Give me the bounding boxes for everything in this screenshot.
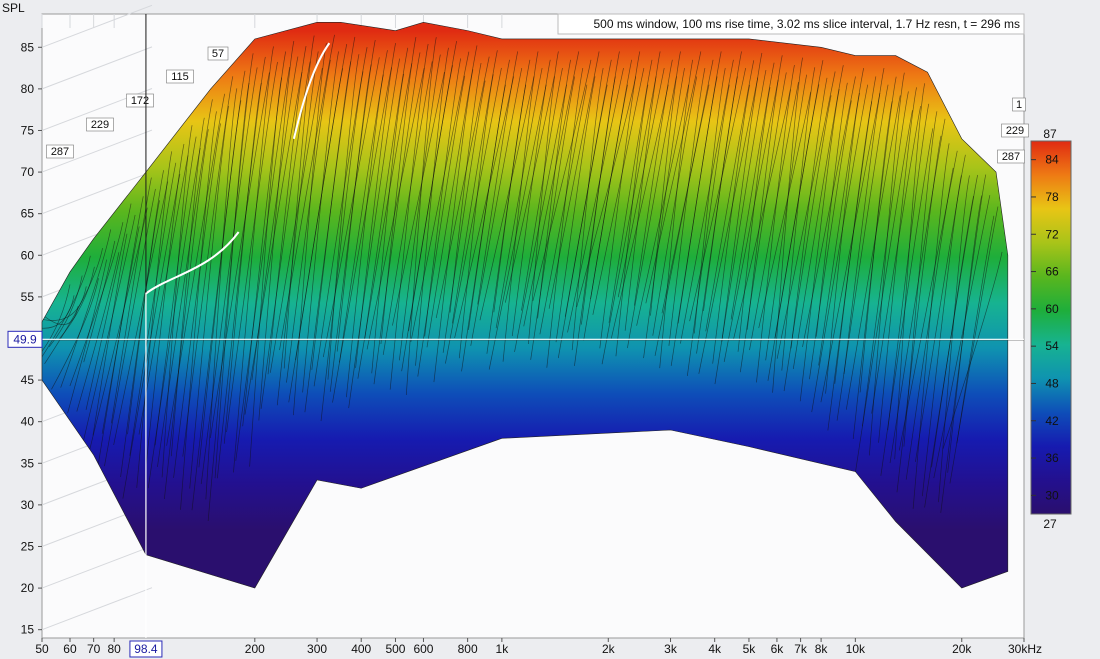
- y-tick-label: 65: [21, 207, 35, 221]
- x-tick-label: 600: [413, 642, 433, 656]
- y-tick-label: 30: [21, 498, 35, 512]
- annotation-text: 500 ms window, 100 ms rise time, 3.02 ms…: [593, 17, 1020, 31]
- x-tick-label: 2k: [602, 642, 616, 656]
- slice-time-label: 229: [91, 119, 109, 131]
- slice-time-label-right: 287: [1002, 151, 1020, 163]
- colorbar-tick-label: 36: [1045, 451, 1059, 465]
- x-tick-label: 70: [87, 642, 101, 656]
- slice-time-label: 115: [171, 71, 189, 83]
- x-tick-label: 400: [351, 642, 371, 656]
- slice-time-label-right: 1: [1016, 99, 1022, 111]
- x-tick-label: 5k: [743, 642, 757, 656]
- annotation-box: 500 ms window, 100 ms rise time, 3.02 ms…: [557, 13, 1025, 35]
- x-tick-label: 80: [107, 642, 121, 656]
- x-tick-label: 8k: [815, 642, 829, 656]
- y-tick-label: 40: [21, 415, 35, 429]
- colorbar-tick-label: 30: [1045, 488, 1059, 502]
- x-tick-label: 6k: [771, 642, 785, 656]
- cursor-y-readout: 49.9: [7, 330, 43, 348]
- x-tick-label: 300: [307, 642, 327, 656]
- y-axis-title: SPL: [2, 1, 25, 15]
- x-tick-label: 3k: [664, 642, 678, 656]
- y-tick-label: 75: [21, 123, 35, 137]
- colorbar-tick-label: 54: [1045, 339, 1059, 353]
- colorbar-tick-label: 78: [1045, 190, 1059, 204]
- cursor-x-readout: 98.4: [129, 640, 163, 658]
- x-tick-label: 500: [385, 642, 405, 656]
- y-tick-label: 35: [21, 456, 35, 470]
- y-tick-label: 20: [21, 581, 35, 595]
- cursor-y-value: 49.9: [13, 332, 37, 346]
- colorbar-tick-label: 84: [1045, 153, 1059, 167]
- x-tick-label: 50: [35, 642, 49, 656]
- slice-time-label-right: 229: [1006, 125, 1024, 137]
- x-axis: 50 60 70 80 200 300 400 500 600 800 1k 2k 3k 4k 5k 6k 7k…: [35, 638, 1042, 656]
- colorbar-tick-label: 48: [1045, 376, 1059, 390]
- colorbar-max-label: 87: [1043, 127, 1057, 141]
- x-tick-label: 20k: [952, 642, 972, 656]
- y-tick-label: 70: [21, 165, 35, 179]
- x-tick-label: 1k: [496, 642, 510, 656]
- x-tick-label: 200: [245, 642, 265, 656]
- y-axis: SPL 85 80 75 70 65 60 55 45 40 35 30 25 20 15: [2, 1, 42, 637]
- x-tick-label: 10k: [846, 642, 866, 656]
- y-tick-label: 85: [21, 40, 35, 54]
- y-tick-label: 80: [21, 82, 35, 96]
- waterfall-chart: 287229172115572872291 SPL 85807570656055…: [2, 1, 1072, 658]
- colorbar-tick-label: 42: [1045, 414, 1059, 428]
- colorbar-tick-label: 72: [1045, 227, 1059, 241]
- x-tick-label: 30kHz: [1008, 642, 1042, 656]
- colorbar: 87 27 84 78 72 66 60 54 48 42 36 30: [1030, 127, 1072, 531]
- y-tick-label: 25: [21, 539, 35, 553]
- y-tick-label: 60: [21, 248, 35, 262]
- y-tick-label: 15: [21, 623, 35, 637]
- x-tick-label: 7k: [794, 642, 808, 656]
- y-tick-label: 45: [21, 373, 35, 387]
- colorbar-min-label: 27: [1043, 517, 1057, 531]
- slice-time-label: 287: [51, 146, 69, 158]
- x-tick-label: 60: [63, 642, 77, 656]
- colorbar-tick-label: 66: [1045, 265, 1059, 279]
- x-tick-label: 800: [458, 642, 478, 656]
- colorbar-tick-label: 60: [1045, 302, 1059, 316]
- cursor-x-value: 98.4: [134, 642, 158, 656]
- x-tick-label: 4k: [708, 642, 722, 656]
- y-tick-label: 55: [21, 290, 35, 304]
- slice-time-label: 57: [212, 48, 224, 60]
